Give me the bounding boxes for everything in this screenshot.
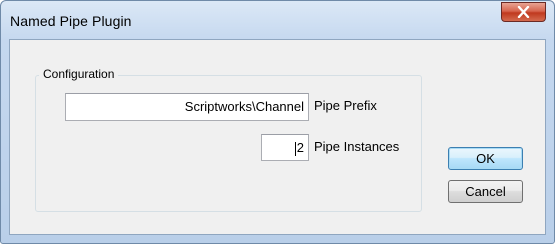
pipe-instances-input[interactable]: 2	[261, 134, 309, 161]
dialog-client-area: Configuration Scriptworks\Channel Pipe P…	[9, 39, 546, 235]
pipe-prefix-input[interactable]: Scriptworks\Channel	[65, 93, 309, 121]
pipe-instances-label: Pipe Instances	[314, 139, 400, 154]
configuration-group-label: Configuration	[39, 67, 119, 81]
pipe-instances-value: 2	[296, 140, 304, 155]
close-icon	[517, 6, 530, 18]
dialog-window: Named Pipe Plugin Configuration Scriptwo…	[0, 0, 555, 244]
text-caret	[294, 141, 296, 156]
pipe-prefix-value: Scriptworks\Channel	[184, 99, 304, 114]
window-title: Named Pipe Plugin	[10, 13, 132, 29]
cancel-button[interactable]: Cancel	[448, 180, 523, 203]
close-button[interactable]	[501, 2, 546, 22]
ok-button[interactable]: OK	[448, 147, 523, 170]
pipe-prefix-label: Pipe Prefix	[314, 98, 377, 113]
title-bar[interactable]: Named Pipe Plugin	[1, 1, 554, 39]
